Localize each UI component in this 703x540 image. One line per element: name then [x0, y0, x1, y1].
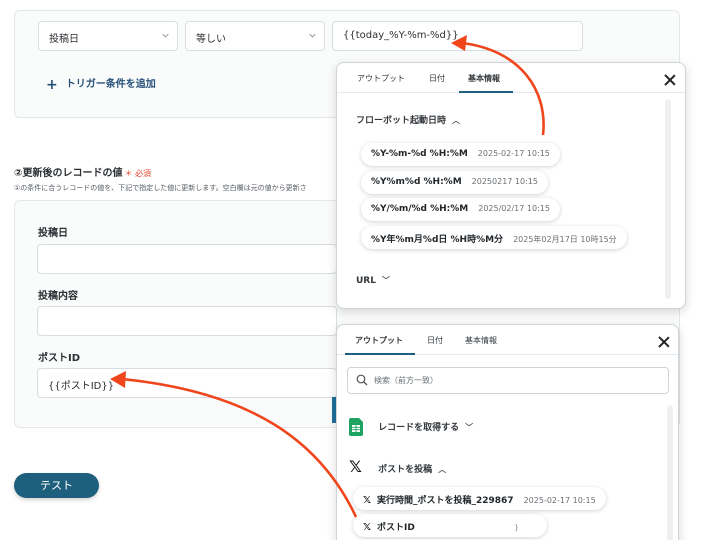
item-sample: ) [514, 523, 518, 532]
search-input[interactable]: 検索（前方一致） [347, 367, 669, 394]
app-root: 投稿日 等しい {{today_%Y-%m-%d}} + トリガー条件を追加 ②更… [0, 0, 703, 540]
group-url[interactable]: URL ﹀ [356, 275, 390, 286]
search-icon [356, 374, 368, 386]
scrollbar[interactable] [665, 99, 671, 299]
required-badge: ＊ 必須 [124, 169, 152, 178]
update-section-description: ①の条件に合うレコードの値を、下記で指定した値に更新します。空白欄は元の値から更… [14, 184, 307, 192]
item-sample: 2025年02月17日 10時15分 [513, 235, 617, 244]
tab-date[interactable]: 日付 [427, 335, 443, 346]
item-format: %Y-%m-%d %H:%M [371, 149, 468, 159]
chevron-up-icon: ︿ [452, 116, 461, 125]
group-flowbot-start-time[interactable]: フローボット起動日時 ︿ [356, 113, 460, 126]
group-label: ポストを投稿 [378, 465, 433, 475]
tab-output[interactable]: アウトプット [357, 73, 405, 84]
group-post[interactable]: 𝕏 ポストを投稿 ︿ [349, 457, 446, 476]
test-button[interactable]: テスト [14, 473, 99, 498]
x-logo-icon: 𝕏 [349, 457, 362, 476]
group-get-record[interactable]: レコードを取得する ﹀ [349, 418, 473, 436]
condition-value-text: {{today_%Y-%m-%d}} [343, 30, 459, 41]
add-trigger-label: トリガー条件を追加 [65, 79, 156, 90]
active-tab-indicator [345, 353, 415, 355]
popup-tabs: アウトプット 日付 基本情報 [337, 63, 685, 93]
google-sheets-icon [349, 418, 363, 436]
item-label: ポストID [377, 523, 415, 533]
field-select-value: 投稿日 [49, 34, 79, 45]
tab-output[interactable]: アウトプット [355, 335, 403, 346]
group-label: URL [356, 276, 376, 286]
post-date-input[interactable] [37, 244, 337, 274]
operator-select[interactable]: 等しい [185, 21, 325, 51]
item-format: %Y%m%d %H:%M [371, 177, 462, 187]
field-label-post-content: 投稿内容 [38, 291, 78, 302]
list-item[interactable]: %Y%m%d %H:%M 20250217 10:15 [361, 171, 548, 194]
list-item[interactable]: %Y年%m月%d日 %H時%M分 2025年02月17日 10時15分 [361, 226, 627, 249]
section-title-text: ②更新後のレコードの値 [14, 168, 123, 179]
field-label-post-id: ポストID [38, 353, 81, 364]
post-content-input[interactable] [37, 306, 337, 336]
item-format: %Y/%m/%d %H:%M [371, 204, 469, 214]
variable-picker-output: アウトプット 日付 基本情報 検索（前方一致） レコードを取得する ﹀ 𝕏 ポスト… [336, 324, 679, 540]
active-tab-indicator [459, 91, 513, 93]
item-sample: 2025-02-17 10:15 [477, 149, 550, 158]
item-label: 実行時間_ポストを投稿_229867 [377, 496, 514, 506]
required-text: 必須 [135, 169, 152, 178]
update-section-title: ②更新後のレコードの値＊ 必須 [14, 164, 151, 179]
chevron-down-icon [309, 33, 316, 38]
chevron-down-icon: ﹀ [465, 422, 474, 432]
group-label: フローボット起動日時 [356, 116, 447, 126]
post-id-input[interactable]: {{ポストID}} [37, 368, 337, 398]
item-sample: 20250217 10:15 [471, 177, 538, 186]
variable-picker-basic-info: アウトプット 日付 基本情報 フローボット起動日時 ︿ %Y-%m-%d %H:%… [336, 62, 686, 309]
close-icon[interactable] [658, 336, 670, 348]
field-label-post-date: 投稿日 [38, 228, 68, 239]
condition-value-input[interactable]: {{today_%Y-%m-%d}} [332, 21, 583, 51]
group-label: レコードを取得する [378, 422, 460, 433]
item-sample: 2025-02-17 10:15 [523, 496, 596, 505]
search-placeholder: 検索（前方一致） [374, 376, 438, 385]
chevron-down-icon: ﹀ [381, 276, 390, 285]
list-item[interactable]: 𝕏 ポストID) [353, 514, 547, 537]
list-item[interactable]: %Y/%m/%d %H:%M 2025/02/17 10:15 [361, 198, 560, 221]
add-trigger-condition-button[interactable]: + トリガー条件を追加 [46, 75, 156, 93]
x-logo-icon: 𝕏 [363, 522, 372, 533]
close-icon[interactable] [664, 74, 676, 86]
tab-date[interactable]: 日付 [429, 73, 445, 84]
popup-tabs: アウトプット 日付 基本情報 [337, 325, 678, 355]
item-format: %Y年%m月%d日 %H時%M分 [371, 235, 504, 245]
tab-basic-info[interactable]: 基本情報 [465, 335, 497, 346]
post-id-value: {{ポストID}} [48, 381, 115, 392]
plus-icon: + [46, 77, 58, 93]
chevron-up-icon: ︿ [438, 465, 447, 474]
x-logo-icon: 𝕏 [363, 495, 372, 506]
tab-basic-info[interactable]: 基本情報 [468, 73, 500, 84]
list-item[interactable]: %Y-%m-%d %H:%M 2025-02-17 10:15 [361, 143, 560, 166]
item-sample: 2025/02/17 10:15 [478, 204, 550, 213]
list-item[interactable]: 𝕏 実行時間_ポストを投稿_229867 2025-02-17 10:15 [353, 487, 606, 510]
scrollbar[interactable] [667, 405, 673, 540]
chevron-down-icon [162, 33, 169, 38]
operator-select-value: 等しい [196, 34, 226, 45]
field-select[interactable]: 投稿日 [38, 21, 178, 51]
